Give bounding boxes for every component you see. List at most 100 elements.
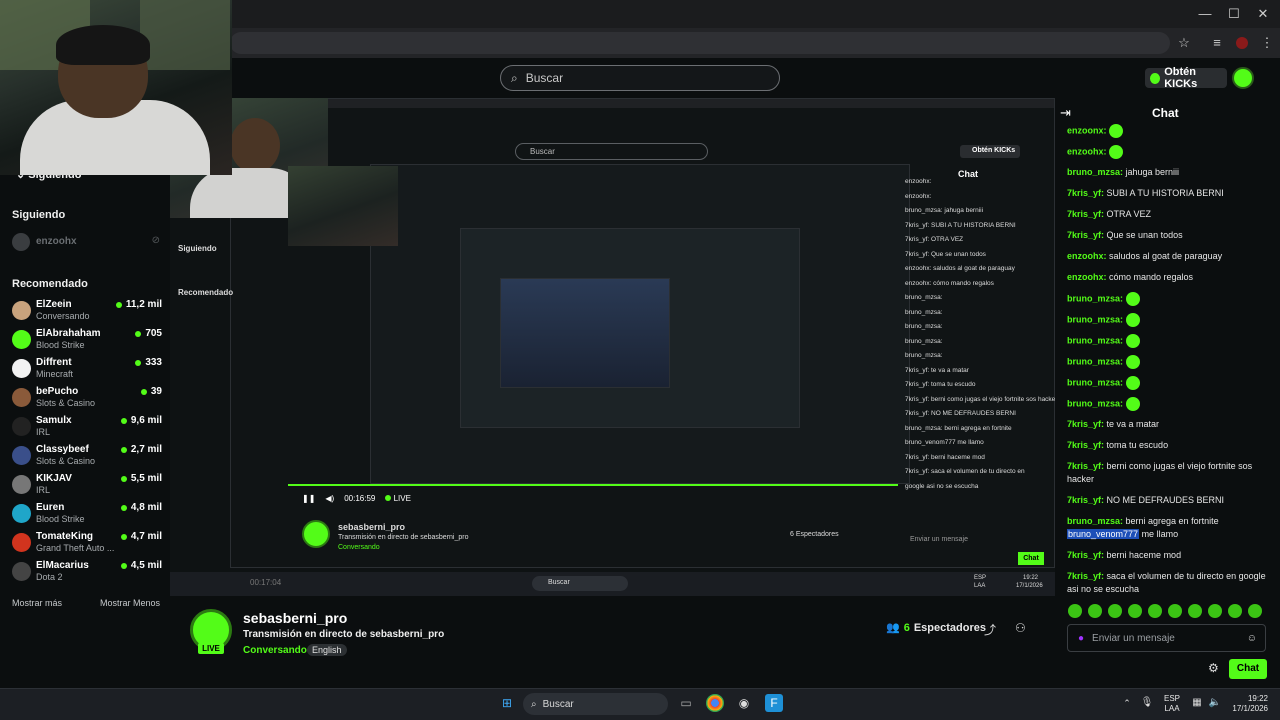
emote-icon[interactable] [1068,604,1082,618]
address-bar[interactable] [230,32,1170,54]
chat-mention[interactable]: bruno_venom777 [1067,529,1140,539]
reading-list-icon[interactable]: ≡ [1208,34,1226,52]
emote-icon[interactable] [1228,604,1242,618]
app-icon[interactable]: F [765,694,783,712]
chat-username[interactable]: bruno_mzsa: [1067,314,1123,324]
file-explorer-icon[interactable]: ▭ [677,694,695,712]
windows-start-icon[interactable]: ⊞ [498,694,516,712]
chat-text: NO ME DEFRAUDES BERNI [1104,495,1225,505]
stream-title: Transmisión en directo de sebasberni_pro [243,629,445,640]
sidebar-channel-classybeef[interactable]: Classybeef Slots & Casino 2,7 mil [12,443,162,471]
pause-icon[interactable]: ❚❚ [302,494,315,503]
channel-category: Slots & Casino [36,456,96,466]
emote-icon[interactable] [1168,604,1182,618]
followed-channel[interactable]: enzoohx ⊘ [12,233,162,251]
chat-text: te va a matar [1104,419,1160,429]
chat-username[interactable]: bruno_mzsa: [1067,398,1123,408]
chat-text: OTRA VEZ [1104,209,1152,219]
chat-username[interactable]: enzoohx: [1067,251,1107,261]
sidebar-channel-elzeein[interactable]: ElZeein Conversando 11,2 mil [12,298,162,326]
emote-quick-bar[interactable] [1068,604,1266,618]
chat-username[interactable]: bruno_mzsa: [1067,293,1123,303]
viewers-icon: 👥 [886,622,900,634]
profile-icon[interactable] [1233,34,1251,52]
emote-icon[interactable] [1148,604,1162,618]
emote-icon [1125,334,1140,348]
chat-username[interactable]: 7kris_yf: [1067,209,1104,219]
chat-username[interactable]: 7kris_yf: [1067,571,1104,581]
network-icon[interactable]: ▦ [1188,694,1206,712]
collapse-chat-icon[interactable]: ⇥ [1060,105,1071,121]
chat-username[interactable]: bruno_mzsa: [1067,335,1123,345]
menu-icon[interactable]: ⋮ [1258,34,1276,52]
chat-username[interactable]: bruno_mzsa: [1067,356,1123,366]
user-avatar[interactable] [1232,67,1254,89]
chat-username[interactable]: enzoonx: [1067,125,1107,135]
close-icon[interactable]: ✕ [1254,6,1272,22]
chat-username[interactable]: 7kris_yf: [1067,461,1104,471]
chat-username[interactable]: 7kris_yf: [1067,188,1104,198]
chat-send-button[interactable]: Chat [1229,659,1267,679]
obs-icon[interactable]: ◉ [735,694,753,712]
show-more-button[interactable]: Mostrar más [12,598,62,608]
sidebar-channel-tomateking[interactable]: TomateKing Grand Theft Auto ... 4,7 mil [12,530,162,558]
language-tag[interactable]: English [307,644,347,656]
chat-text: SUBI A TU HISTORIA BERNI [1104,188,1224,198]
video-player[interactable]: Buscar Obtén KICKs Chat Siguiendo Recome… [170,98,1055,596]
chat-username[interactable]: 7kris_yf: [1067,230,1104,240]
emote-icon [1109,124,1124,138]
chat-username[interactable]: bruno_mzsa: [1067,167,1123,177]
maximize-icon[interactable]: ☐ [1225,6,1243,22]
channel-viewers: 4,5 mil [120,560,162,571]
chat-username[interactable]: 7kris_yf: [1067,419,1104,429]
sidebar-channel-diffrent[interactable]: Diffrent Minecraft 333 [12,356,162,384]
chat-username[interactable]: enzoohx: [1067,272,1107,282]
nested-chat-line: 7kris_yf: OTRA VEZ [905,236,964,243]
star-icon[interactable]: ☆ [1175,34,1193,52]
tray-chevron-icon[interactable]: ⌃ [1118,694,1136,712]
microphone-icon[interactable]: ● [1078,633,1084,644]
chat-message: 7kris_yf: saca el volumen de tu directo … [1067,570,1267,596]
emote-icon[interactable] [1108,604,1122,618]
chat-username[interactable]: 7kris_yf: [1067,495,1104,505]
chat-username[interactable]: bruno_mzsa: [1067,377,1123,387]
emote-icon[interactable] [1088,604,1102,618]
emote-icon[interactable] [1128,604,1142,618]
system-clock[interactable]: 19:22 17/1/2026 [1228,694,1268,714]
stream-category[interactable]: Conversando [243,645,307,656]
volume-icon[interactable]: ◀) [325,494,334,503]
chat-username[interactable]: 7kris_yf: [1067,440,1104,450]
follow-icon[interactable]: ⚇ [1015,621,1026,635]
search-icon: ⌕ [511,70,518,85]
minimize-icon[interactable]: — [1196,6,1214,22]
chrome-icon[interactable] [706,694,724,712]
channel-avatar [12,388,31,407]
emote-icon[interactable] [1248,604,1262,618]
gear-icon[interactable]: ⚙ [1208,661,1219,675]
chat-username[interactable]: 7kris_yf: [1067,550,1104,560]
volume-icon[interactable]: 🔈 [1206,694,1224,712]
get-kicks-button[interactable]: Obtén KICKs [1145,66,1227,90]
sidebar-channel-elmacarius[interactable]: ElMacarius Dota 2 4,5 mil [12,559,162,587]
chat-username[interactable]: enzoohx: [1067,146,1107,156]
sidebar-channel-samulx[interactable]: Samulx IRL 9,6 mil [12,414,162,442]
emote-icon[interactable] [1188,604,1202,618]
microphone-tray-icon[interactable]: 🎙 [1138,694,1156,712]
channel-avatar [12,417,31,436]
video-progress-bar[interactable] [288,484,898,486]
emote-icon[interactable] [1208,604,1222,618]
input-language[interactable]: ESP LAA [1164,694,1180,714]
chat-input[interactable]: ● Enviar un mensaje ☺ [1067,624,1266,652]
search-input[interactable]: ⌕ Buscar [500,65,780,91]
taskbar-search[interactable]: ⌕ Buscar [523,693,668,715]
chat-username[interactable]: bruno_mzsa: [1067,516,1123,526]
nested-chat-line: bruno_mzsa: [905,337,943,345]
emoji-icon[interactable]: ☺ [1247,633,1257,644]
sidebar-channel-kikjav[interactable]: KIKJAV IRL 5,5 mil [12,472,162,500]
sidebar-channel-elabrahaham[interactable]: ElAbrahaham Blood Strike 705 [12,327,162,355]
sidebar-channel-bepucho[interactable]: bePucho Slots & Casino 39 [12,385,162,413]
show-less-button[interactable]: Mostrar Menos [100,598,160,608]
sidebar-channel-euren[interactable]: Euren Blood Strike 4,8 mil [12,501,162,529]
share-icon[interactable]: ⤴ [984,621,996,638]
channel-name[interactable]: sebasberni_pro [243,610,347,626]
